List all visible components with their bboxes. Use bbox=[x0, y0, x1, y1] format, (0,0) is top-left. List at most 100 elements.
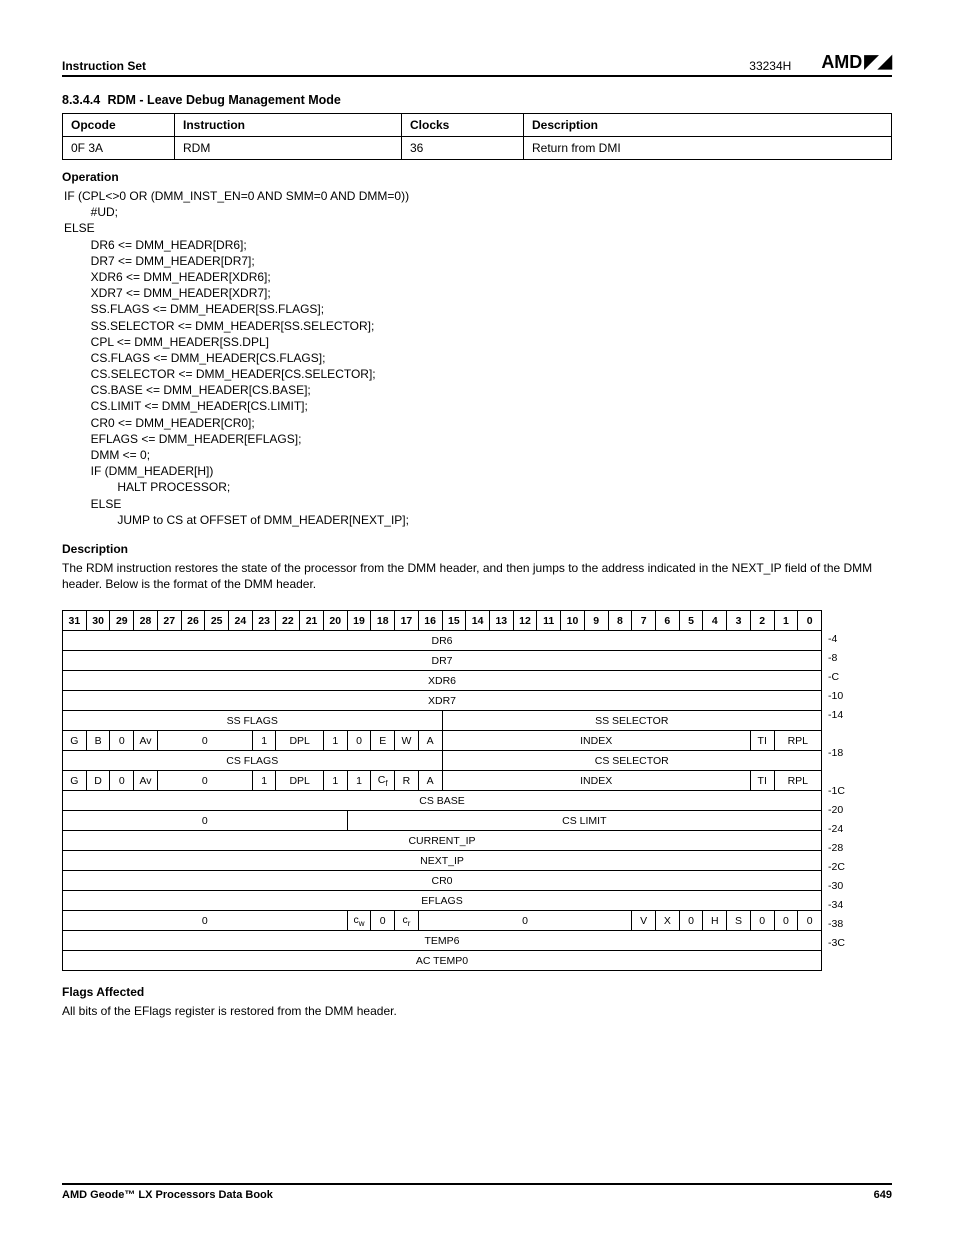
bit-col-14: 14 bbox=[466, 611, 490, 631]
ss-z1: 0 bbox=[110, 731, 134, 751]
doc-id: 33234H bbox=[749, 59, 791, 73]
footer-title: AMD Geode™ LX Processors Data Book bbox=[62, 1189, 273, 1201]
brand-logo: AMD◤◢ bbox=[821, 52, 892, 73]
cs-av: Av bbox=[134, 771, 158, 791]
offset-label: -C bbox=[828, 667, 845, 686]
offset-label: -20 bbox=[828, 800, 845, 819]
description-heading: Description bbox=[62, 542, 892, 556]
bit-col-17: 17 bbox=[395, 611, 419, 631]
offset-label bbox=[828, 762, 845, 781]
fp-zero1: 0 bbox=[63, 911, 348, 931]
row-actemp0: AC TEMP0 bbox=[63, 951, 822, 971]
ss-z2: 0 bbox=[157, 731, 252, 751]
th-opcode: Opcode bbox=[63, 114, 175, 137]
bit-col-11: 11 bbox=[537, 611, 561, 631]
bit-col-5: 5 bbox=[679, 611, 703, 631]
bit-col-16: 16 bbox=[418, 611, 442, 631]
row-cr0: CR0 bbox=[63, 871, 822, 891]
footer-page: 649 bbox=[874, 1189, 892, 1201]
cs-z1: 0 bbox=[110, 771, 134, 791]
bit-col-23: 23 bbox=[252, 611, 276, 631]
header-section: Instruction Set bbox=[62, 59, 146, 73]
description-text: The RDM instruction restores the state o… bbox=[62, 560, 892, 592]
row-dr7: DR7 bbox=[63, 651, 822, 671]
flags-text: All bits of the EFlags register is resto… bbox=[62, 1003, 892, 1019]
section-number: 8.3.4.4 bbox=[62, 93, 104, 107]
bit-col-25: 25 bbox=[205, 611, 229, 631]
td-opcode: 0F 3A bbox=[63, 137, 175, 160]
bit-col-22: 22 bbox=[276, 611, 300, 631]
bit-col-30: 30 bbox=[86, 611, 110, 631]
row-csbase: CS BASE bbox=[63, 791, 822, 811]
row-dr6: DR6 bbox=[63, 631, 822, 651]
ss-e: E bbox=[371, 731, 395, 751]
bit-col-26: 26 bbox=[181, 611, 205, 631]
bit-col-0: 0 bbox=[798, 611, 822, 631]
bit-col-15: 15 bbox=[442, 611, 466, 631]
fp-cr: cr bbox=[395, 911, 419, 931]
page-header: Instruction Set 33234H AMD◤◢ bbox=[62, 52, 892, 77]
cs-index: INDEX bbox=[442, 771, 750, 791]
row-nextip: NEXT_IP bbox=[63, 851, 822, 871]
fp-z2: 0 bbox=[679, 911, 703, 931]
offset-label: -4 bbox=[828, 629, 845, 648]
cs-selector-hdr: CS SELECTOR bbox=[442, 751, 822, 771]
fp-z3: 0 bbox=[750, 911, 774, 931]
offset-label: -8 bbox=[828, 648, 845, 667]
flags-heading: Flags Affected bbox=[62, 985, 892, 999]
offset-label: -14 bbox=[828, 705, 845, 724]
cs-g: G bbox=[63, 771, 87, 791]
ss-ti: TI bbox=[750, 731, 774, 751]
row-xdr6: XDR6 bbox=[63, 671, 822, 691]
ss-z3: 0 bbox=[347, 731, 371, 751]
ss-dpl: DPL bbox=[276, 731, 323, 751]
operation-heading: Operation bbox=[62, 170, 892, 184]
ss-av: Av bbox=[134, 731, 158, 751]
ss-flags-hdr: SS FLAGS bbox=[63, 711, 443, 731]
offset-label: -2C bbox=[828, 857, 845, 876]
th-instruction: Instruction bbox=[175, 114, 402, 137]
cs-ti: TI bbox=[750, 771, 774, 791]
section-title: 8.3.4.4 RDM - Leave Debug Management Mod… bbox=[62, 93, 892, 107]
bit-col-29: 29 bbox=[110, 611, 134, 631]
instruction-table: Opcode Instruction Clocks Description 0F… bbox=[62, 113, 892, 160]
cs-r: R bbox=[395, 771, 419, 791]
offset-label bbox=[828, 724, 845, 743]
bit-col-28: 28 bbox=[134, 611, 158, 631]
ss-selector-hdr: SS SELECTOR bbox=[442, 711, 822, 731]
ss-a: A bbox=[418, 731, 442, 751]
fp-h: H bbox=[703, 911, 727, 931]
fp-x: X bbox=[655, 911, 679, 931]
cs-z2: 0 bbox=[157, 771, 252, 791]
fp-zero2: 0 bbox=[418, 911, 631, 931]
bit-col-20: 20 bbox=[323, 611, 347, 631]
dmm-header-table: 3130292827262524232221201918171615141312… bbox=[62, 610, 822, 971]
ss-g: G bbox=[63, 731, 87, 751]
cslimit-zero: 0 bbox=[63, 811, 348, 831]
cs-one: 1 bbox=[252, 771, 276, 791]
ss-one: 1 bbox=[252, 731, 276, 751]
offset-label: -30 bbox=[828, 876, 845, 895]
bit-col-1: 1 bbox=[774, 611, 798, 631]
fp-z: 0 bbox=[371, 911, 395, 931]
offset-label: -38 bbox=[828, 914, 845, 933]
bit-col-21: 21 bbox=[300, 611, 324, 631]
bit-col-27: 27 bbox=[157, 611, 181, 631]
bit-col-6: 6 bbox=[655, 611, 679, 631]
bit-col-7: 7 bbox=[632, 611, 656, 631]
ss-rpl: RPL bbox=[774, 731, 821, 751]
offset-label: -34 bbox=[828, 895, 845, 914]
fp-s: S bbox=[727, 911, 751, 931]
td-instruction: RDM bbox=[175, 137, 402, 160]
bit-col-2: 2 bbox=[750, 611, 774, 631]
fp-v: V bbox=[632, 911, 656, 931]
cs-cf: Cf bbox=[371, 771, 395, 791]
cs-d: D bbox=[86, 771, 110, 791]
fp-z4: 0 bbox=[774, 911, 798, 931]
bit-col-4: 4 bbox=[703, 611, 727, 631]
bit-col-8: 8 bbox=[608, 611, 632, 631]
row-cslimit: CS LIMIT bbox=[347, 811, 821, 831]
fp-z5: 0 bbox=[798, 911, 822, 931]
offset-label: -18 bbox=[828, 743, 845, 762]
bit-col-12: 12 bbox=[513, 611, 537, 631]
